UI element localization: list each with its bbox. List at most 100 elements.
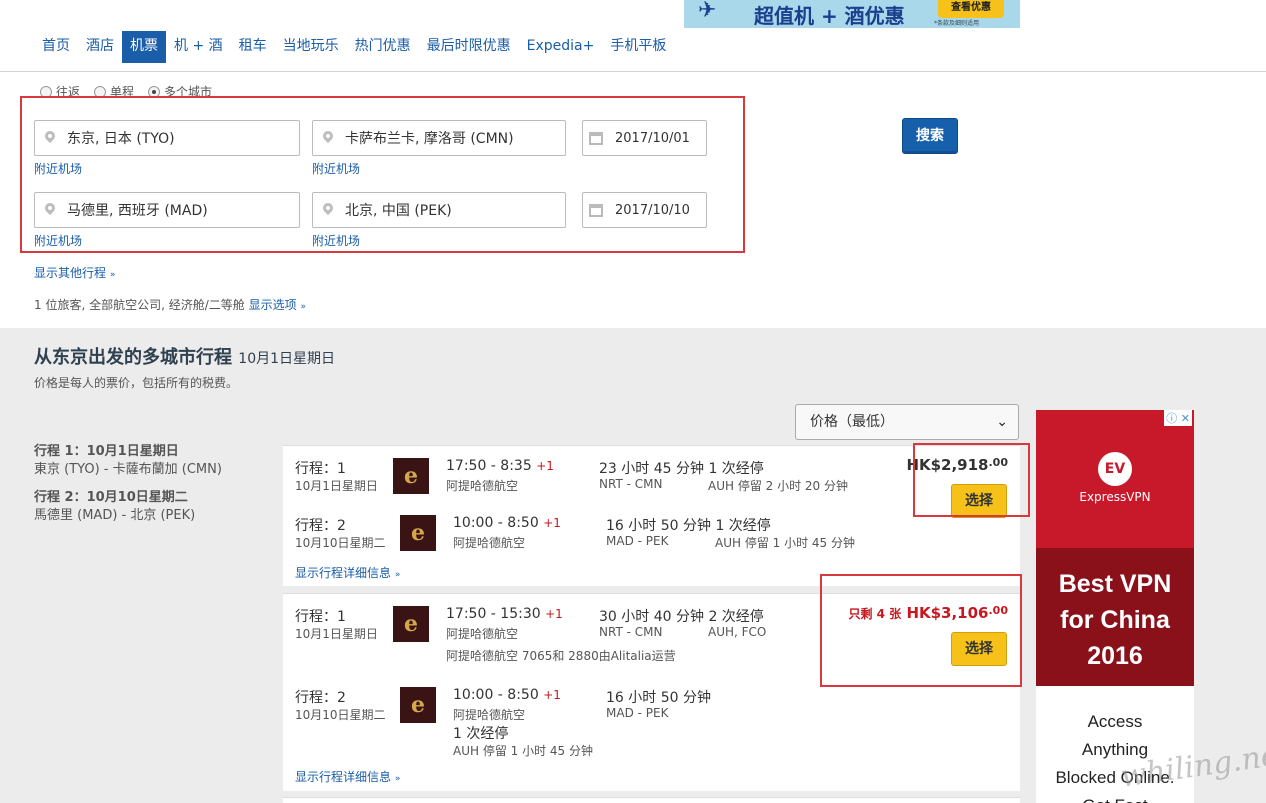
leg1-destination-field[interactable]: 卡萨布兰卡, 摩洛哥 (CMN) xyxy=(312,120,566,156)
card1-details-link[interactable]: 显示行程详细信息 » xyxy=(295,564,400,581)
card1-leg1-stop-info: AUH 停留 2 小时 20 分钟 xyxy=(708,479,848,493)
card1-leg2-duration-text: 16 小时 50 分钟 xyxy=(606,518,711,534)
card2-leg1-airline: 阿提哈德航空 xyxy=(446,627,519,641)
card2-leg1-codes: NRT - CMN xyxy=(599,625,663,639)
nav-item-flight-hotel[interactable]: 机 + 酒 xyxy=(166,31,231,63)
card2-details-link[interactable]: 显示行程详细信息 » xyxy=(295,768,400,785)
ad-brand: ExpressVPN xyxy=(1079,490,1151,504)
leg1-date-field[interactable]: 2017/10/01 xyxy=(582,120,707,156)
calendar-icon xyxy=(589,131,603,145)
show-options-link[interactable]: 显示选项 » xyxy=(249,298,306,312)
card1-leg2-date: 10月10日星期二 xyxy=(295,536,386,550)
card2-leg1-time-text: 17:50 - 15:30 xyxy=(446,606,541,622)
nav-divider xyxy=(0,71,1266,72)
card1-details-label: 显示行程详细信息 xyxy=(295,566,392,580)
card2-leg1-date: 10月1日星期日 xyxy=(295,627,378,641)
card2-leg1-time: 17:50 - 15:30 +1 xyxy=(446,606,563,622)
location-pin-icon xyxy=(323,203,333,217)
location-pin-icon xyxy=(45,131,55,145)
card2-leg2-time: 10:00 - 8:50 +1 xyxy=(453,687,561,703)
results-title: 从东京出发的多城市行程 10月1日星期日 xyxy=(34,343,335,369)
nav-item-cars[interactable]: 租车 xyxy=(231,31,275,63)
location-pin-icon xyxy=(323,131,333,145)
traveler-summary: 1 位旅客, 全部航空公司, 经济舱/二等舱 显示选项 » xyxy=(34,296,306,313)
card2-leg2-date: 10月10日星期二 xyxy=(295,708,386,722)
ad-middle-panel: Best VPN for China 2016 xyxy=(1036,548,1194,686)
summary-leg2-route: 馬德里 (MAD) - 北京 (PEK) xyxy=(34,508,196,523)
banner-note: *条款及细则适用 xyxy=(934,20,980,27)
etihad-logo-icon: e xyxy=(393,458,429,494)
leg1-origin-value: 东京, 日本 (TYO) xyxy=(67,131,175,147)
next-day-badge: +1 xyxy=(543,516,561,530)
card2-leg2-duration: 16 小时 50 分钟 xyxy=(606,690,711,706)
results-title-date: 10月1日星期日 xyxy=(238,351,336,367)
result-card: 行程：1 10月1日星期日 e 17:50 - 8:35 +1 阿提哈德航空 2… xyxy=(283,445,1020,586)
card2-leg1-stop-info: AUH, FCO xyxy=(708,625,767,639)
ad-choices-icon[interactable]: ⓘ ✕ xyxy=(1164,410,1192,426)
card1-leg1-label: 行程：1 xyxy=(295,461,346,477)
leg1-origin-field[interactable]: 东京, 日本 (TYO) xyxy=(34,120,300,156)
card1-leg2-stop-info: AUH 停留 1 小时 45 分钟 xyxy=(715,536,855,550)
annotation-box-price1 xyxy=(913,443,1030,517)
card1-leg1-duration-text: 23 小时 45 分钟 xyxy=(599,461,704,477)
card1-leg1-codes: NRT - CMN xyxy=(599,477,663,491)
etihad-logo-icon: e xyxy=(400,515,436,551)
leg2-date-field[interactable]: 2017/10/10 xyxy=(582,192,707,228)
sort-select[interactable]: 价格（最低） ⌄ xyxy=(795,404,1019,440)
leg1-origin-nearby-link[interactable]: 附近机场 xyxy=(34,160,82,177)
nav-item-flights[interactable]: 机票 xyxy=(122,31,166,63)
banner-text: 超值机 + 酒优惠 xyxy=(754,4,905,28)
nav-item-activities[interactable]: 当地玩乐 xyxy=(275,31,347,63)
leg2-origin-field[interactable]: 马德里, 西班牙 (MAD) xyxy=(34,192,300,228)
banner-view-deals-button[interactable]: 查看优惠 xyxy=(938,0,1004,18)
leg2-destination-nearby-link[interactable]: 附近机场 xyxy=(312,232,360,249)
ad-headline: Best VPN for China 2016 xyxy=(1036,566,1194,674)
traveler-summary-text: 1 位旅客, 全部航空公司, 经济舱/二等舱 xyxy=(34,298,245,312)
show-more-legs-link[interactable]: 显示其他行程 » xyxy=(34,264,115,281)
chevron-down-icon: » xyxy=(394,570,401,580)
card1-leg2-airline: 阿提哈德航空 xyxy=(453,536,526,550)
ad-top-panel: ⓘ ✕ EV ExpressVPN xyxy=(1036,410,1194,548)
chevron-down-icon: » xyxy=(109,270,116,280)
location-pin-icon xyxy=(45,203,55,217)
etihad-logo-icon: e xyxy=(400,687,436,723)
card2-leg2-airline: 阿提哈德航空 xyxy=(453,708,526,722)
card1-leg2-time: 10:00 - 8:50 +1 xyxy=(453,515,561,531)
card1-leg2-stops: 1 次经停 xyxy=(715,518,771,534)
card2-details-label: 显示行程详细信息 xyxy=(295,770,392,784)
nav-item-home[interactable]: 首页 xyxy=(34,31,78,63)
leg2-origin-nearby-link[interactable]: 附近机场 xyxy=(34,232,82,249)
card2-leg1-duration-text: 30 小时 40 分钟 xyxy=(599,609,704,625)
etihad-logo-icon: e xyxy=(393,606,429,642)
ad-body-line: Access xyxy=(1087,712,1143,731)
chevron-down-icon: » xyxy=(394,774,401,784)
leg1-date-value: 2017/10/01 xyxy=(615,130,690,146)
top-banner-ad[interactable]: ✈ 超值机 + 酒优惠 查看优惠 *条款及细则适用 xyxy=(684,0,1020,28)
results-title-text: 从东京出发的多城市行程 xyxy=(34,347,232,368)
next-day-badge: +1 xyxy=(545,607,563,621)
price-note: 价格是每人的票价，包括所有的税费。 xyxy=(34,376,239,390)
expressvpn-logo-icon: EV xyxy=(1098,452,1132,486)
card1-leg2-label: 行程：2 xyxy=(295,518,346,534)
nav-item-expedia-plus[interactable]: Expedia+ xyxy=(519,31,603,63)
nav-item-deals[interactable]: 热门优惠 xyxy=(347,31,419,63)
card1-leg2-codes: MAD - PEK xyxy=(606,534,669,548)
calendar-icon xyxy=(589,203,603,217)
show-more-legs-label: 显示其他行程 xyxy=(34,266,107,280)
next-day-badge: +1 xyxy=(543,688,561,702)
card1-leg1-stops: 1 次经停 xyxy=(708,461,764,477)
nav-item-hotels[interactable]: 酒店 xyxy=(78,31,122,63)
nav-item-mobile[interactable]: 手机平板 xyxy=(602,31,674,63)
card1-leg1-time: 17:50 - 8:35 +1 xyxy=(446,458,554,474)
leg2-destination-field[interactable]: 北京, 中国 (PEK) xyxy=(312,192,566,228)
vpn-ad[interactable]: ⓘ ✕ EV ExpressVPN Best VPN for China 201… xyxy=(1036,410,1194,803)
annotation-box-price2 xyxy=(820,574,1022,687)
nav-item-last-minute[interactable]: 最后时限优惠 xyxy=(419,31,519,63)
leg1-destination-nearby-link[interactable]: 附近机场 xyxy=(312,160,360,177)
next-day-badge: +1 xyxy=(536,459,554,473)
card2-leg2-codes: MAD - PEK xyxy=(606,706,669,720)
ad-body-line: Get Fast xyxy=(1036,792,1194,803)
search-button[interactable]: 搜索 xyxy=(902,118,958,154)
card2-leg2-time-text: 10:00 - 8:50 xyxy=(453,687,539,703)
card2-leg1-label: 行程：1 xyxy=(295,609,346,625)
